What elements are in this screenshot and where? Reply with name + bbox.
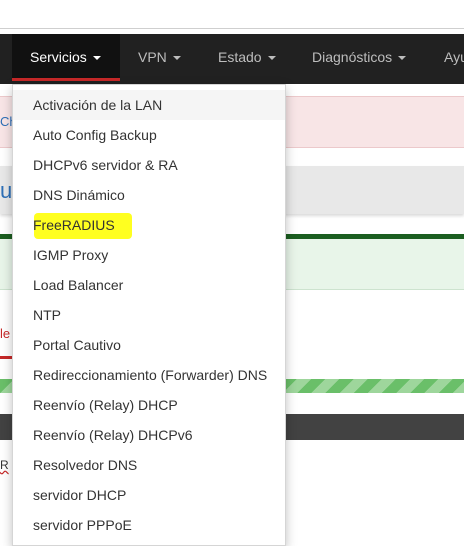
chevron-down-icon [267, 56, 276, 61]
menu-item-igmp-proxy[interactable]: IGMP Proxy [13, 240, 285, 270]
nav-estado[interactable]: Estado [218, 34, 276, 81]
chevron-down-icon [92, 56, 101, 61]
chevron-down-icon [172, 56, 181, 61]
menu-item-activacion-lan[interactable]: Activación de la LAN [13, 90, 285, 120]
menu-item-load-balancer[interactable]: Load Balancer [13, 270, 285, 300]
nav-diagnosticos[interactable]: Diagnósticos [312, 34, 407, 81]
menu-item-dns-forwarder[interactable]: Redireccionamiento (Forwarder) DNS [13, 360, 285, 390]
menu-item-ntp[interactable]: NTP [13, 300, 285, 330]
nav-vpn[interactable]: VPN [138, 34, 181, 81]
menu-item-auto-config-backup[interactable]: Auto Config Backup [13, 120, 285, 150]
nav-estado-label: Estado [218, 49, 262, 65]
menu-item-dhcp-relay[interactable]: Reenvío (Relay) DHCP [13, 390, 285, 420]
menu-item-portal-cautivo[interactable]: Portal Cautivo [13, 330, 285, 360]
menu-item-dns-resolver[interactable]: Resolvedor DNS [13, 450, 285, 480]
menu-item-dhcpv6-servidor[interactable]: DHCPv6 servidor & RA [13, 150, 285, 180]
nav-diagnosticos-label: Diagnósticos [312, 49, 393, 65]
menu-item-pppoe-server[interactable]: servidor PPPoE [13, 510, 285, 540]
menu-item-dhcp-server[interactable]: servidor DHCP [13, 480, 285, 510]
chevron-down-icon [398, 56, 407, 61]
menu-item-dns-dinamico[interactable]: DNS Dinámico [13, 180, 285, 210]
menu-item-freeradius[interactable]: FreeRADIUS [13, 210, 285, 240]
active-tab-label[interactable]: le [0, 326, 10, 341]
nav-ayuda[interactable]: Ayu [444, 34, 464, 81]
nav-servicios-label: Servicios [30, 49, 87, 65]
nav-servicios[interactable]: Servicios [12, 34, 120, 81]
nav-vpn-label: VPN [138, 49, 167, 65]
main-navbar: Servicios VPN Estado Diagnósticos Ayu [0, 34, 464, 84]
content-text: R [0, 458, 9, 472]
page-title-text: u [0, 178, 13, 203]
menu-item-dhcpv6-relay[interactable]: Reenvío (Relay) DHCPv6 [13, 420, 285, 450]
servicios-dropdown-menu: Activación de la LAN Auto Config Backup … [12, 84, 286, 546]
top-header-area [0, 0, 464, 29]
nav-ayuda-label: Ayu [444, 49, 464, 65]
